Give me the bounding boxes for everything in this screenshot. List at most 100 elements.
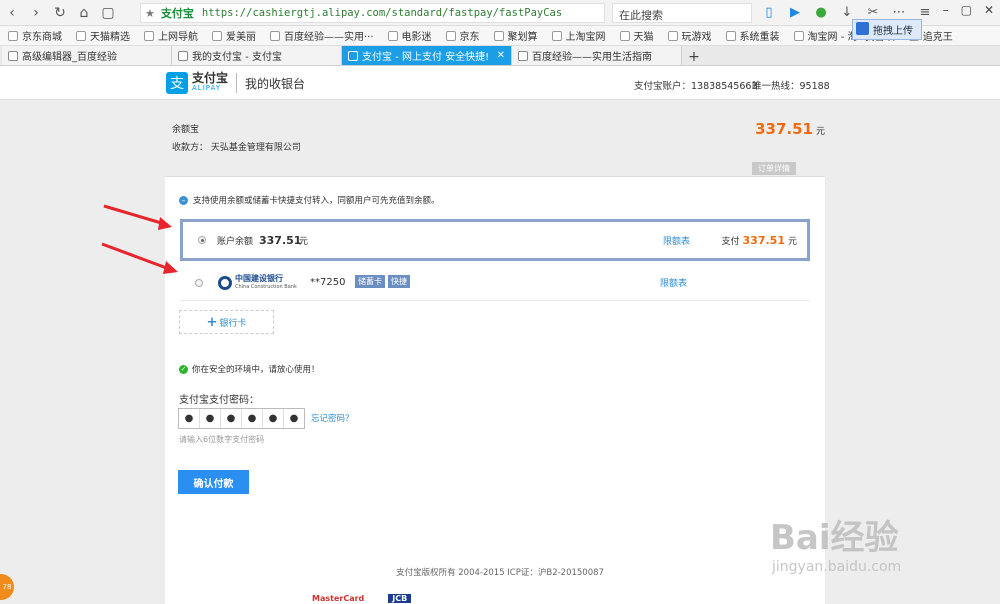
password-input[interactable]: ● ● ● ● ● ● [178,408,305,429]
star-icon[interactable]: ★ [145,7,155,20]
card-number: **7250 [310,277,346,288]
bookmark-label: 爱美丽 [226,32,256,43]
upload-tooltip-label: 拖拽上传 [873,26,913,37]
add-bank-card-button[interactable]: + 银行卡 [179,310,274,334]
balance-limit-link[interactable]: 限额表 [663,234,690,247]
tab-baidu-jingyan[interactable]: 百度经验——实用生活指南 [512,46,682,65]
order-amount-unit: 元 [815,127,825,137]
tab-my-alipay[interactable]: 我的支付宝 - 支付宝 [172,46,342,65]
bookmark-item[interactable]: 京东 [445,28,480,43]
password-digit: ● [242,409,263,428]
order-summary: 余额宝 收款方： 天弘基金管理有限公司 337.51 元 [165,100,825,174]
order-payee: 收款方： 天弘基金管理有限公司 [172,143,301,153]
password-digit: ● [200,409,221,428]
password-digit: ● [221,409,242,428]
bank-limit-link[interactable]: 限额表 [660,276,687,289]
payment-tip-text: 支持使用余额或储蓄卡快捷支付转入，同额用户可先充值到余额。 [193,196,440,206]
page-title: 我的收银台 [245,76,306,91]
url-text[interactable]: https://cashiergtj.alipay.com/standard/f… [202,7,562,19]
tab-label: 支付宝 - 网上支付 安全快捷! [362,52,490,63]
bookmark-label: 聚划算 [507,32,538,43]
bookmark-item[interactable]: 百度经验——实用··· [270,28,374,43]
security-notice: ✓ 你在安全的环境中，请放心使用！ [179,363,320,375]
balance-amount: 337.51 [259,233,302,247]
bookmark-label: 天猫精选 [90,32,130,43]
forward-icon[interactable]: › [24,2,48,24]
play-icon[interactable]: ▶ [786,3,804,21]
upload-tooltip[interactable]: 拖拽上传 [852,19,922,40]
bookmark-icon [619,30,630,41]
bank-name-cn: 中国建设银行 [235,273,283,283]
phone-icon[interactable]: ▯ [760,3,778,21]
bookmark-icon [793,30,804,41]
bookmark-label: 上网导航 [158,32,198,43]
back-icon[interactable]: ‹ [0,2,24,24]
bookmark-item[interactable]: 天猫 [619,28,654,43]
tab-close-icon[interactable]: ✕ [497,50,505,61]
bookmark-icon [445,30,456,41]
bookmark-item[interactable]: 天猫精选 [76,28,130,43]
bookmark-item[interactable]: 玩游戏 [667,28,712,43]
bookmark-icon [144,30,154,41]
url-site-name: 支付宝 [160,7,194,20]
security-text: 你在安全的环境中，请放心使用！ [192,365,320,375]
balance-radio[interactable] [198,236,206,244]
bookmark-item[interactable]: 上淘宝网 [551,28,606,43]
tab-label: 我的支付宝 - 支付宝 [192,52,282,63]
bookmark-item[interactable]: 爱美丽 [212,28,256,43]
bookmark-icon [725,30,736,41]
confirm-payment-button[interactable]: 确认付款 [178,470,249,494]
maximize-icon[interactable]: ▢ [961,3,972,17]
minimize-icon[interactable]: – [943,3,949,17]
browser-search-input[interactable]: 在此搜索 [612,3,752,23]
ccb-icon [218,275,232,290]
balance-option[interactable]: 账户余额 337.51 元 限额表 支付 337.51 元 [180,219,810,261]
password-digit: ● [179,409,200,428]
tab-alipay-cashier[interactable]: 支付宝 - 网上支付 安全快捷! ✕ [342,46,512,65]
bookmark-icon [76,30,86,41]
order-amount: 337.51 [755,120,813,138]
bookmark-label: 上淘宝网 [565,32,606,43]
tab-baidu-editor[interactable]: 高级编辑器_百度经验 [2,46,172,65]
bookmark-item[interactable]: 电影迷 [387,28,432,43]
check-icon: ✓ [179,364,188,374]
reader-icon[interactable]: ▢ [96,2,120,24]
tab-label: 百度经验——实用生活指南 [532,52,652,63]
payment-logos: MasterCard JCB [312,594,412,603]
bookmark-icon [493,30,504,41]
bookmark-item[interactable]: 京东商城 [8,28,62,43]
bookmarks-bar: 京东商城 天猫精选 上网导航 爱美丽 百度经验——实用··· 电影迷 京东 聚划算 上淘宝网 天猫… [0,26,1000,46]
balance-unit: 元 [299,236,309,247]
bookmark-item[interactable]: 聚划算 [493,28,538,43]
card-type-badge: 储蓄卡 [355,275,385,288]
bank-name-en: China Construction Bank [235,283,297,290]
order-name: 余额宝 [172,125,200,135]
chat-icon[interactable]: ● [812,3,830,21]
watermark-sub: jingyan.baidu.com [772,559,902,575]
plus-icon: + [206,314,218,330]
alipay-logo-icon: 支 [166,72,188,94]
watermark-main: Bai经验 [770,518,899,558]
bank-card-option[interactable]: 中国建设银行 China Construction Bank **7250 储蓄… [180,265,810,301]
order-detail-button[interactable]: 订单详情 [752,162,796,175]
bookmark-label: 京东商城 [22,32,62,43]
new-tab-button[interactable]: + [682,49,706,65]
bookmark-item[interactable]: 上网导航 [144,28,198,43]
minus-icon[interactable]: – [179,195,188,205]
address-bar[interactable]: ★ 支付宝 https://cashiergtj.alipay.com/stan… [140,3,605,23]
close-icon[interactable]: ✕ [984,3,994,17]
bank-card-radio[interactable] [195,278,203,287]
tab-strip: 高级编辑器_百度经验 我的支付宝 - 支付宝 支付宝 - 网上支付 安全快捷! ✕… [0,46,1000,66]
baidu-watermark: Bai经验 jingyan.baidu.com [770,510,901,575]
cashier-header: 支 支付宝 ALIPAY 我的收银台 支付宝账户：13838545663 唯一热… [0,66,1000,100]
password-digit: ● [263,409,284,428]
forgot-password-link[interactable]: 忘记密码？ [311,412,354,424]
bookmark-label: 追克王 [922,32,953,43]
bookmark-item[interactable]: 系统重装 [725,28,780,43]
bookmark-icon [667,30,678,41]
home-icon[interactable]: ⌂ [72,2,96,24]
bookmark-label: 天猫 [633,32,654,43]
annotation-arrow-bank [101,242,178,274]
refresh-icon[interactable]: ↻ [48,2,72,24]
bookmark-label: 百度经验——实用··· [284,32,374,43]
